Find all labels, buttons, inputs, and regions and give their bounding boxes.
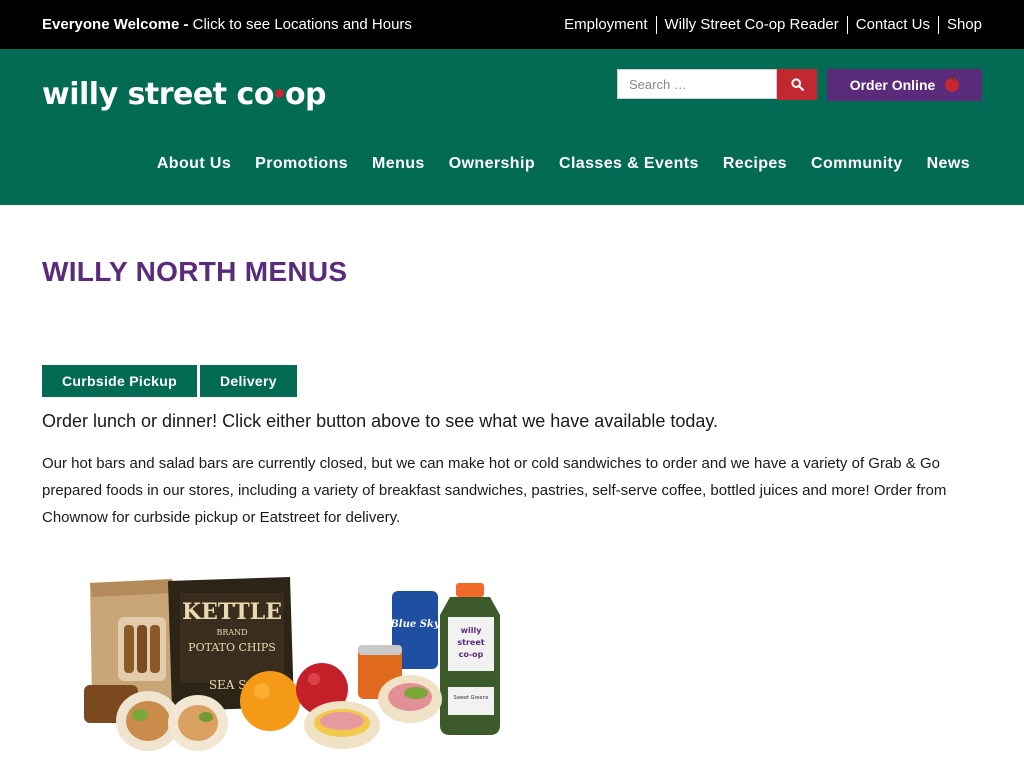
employment-link[interactable]: Employment	[556, 16, 655, 34]
nav-news[interactable]: News	[927, 155, 970, 173]
shop-link[interactable]: Shop	[937, 16, 982, 34]
body-text: Our hot bars and salad bars are currentl…	[42, 455, 947, 526]
site-logo[interactable]: willy street co op	[42, 75, 327, 115]
order-online-label: Order Online	[849, 77, 936, 93]
main-nav: About Us Promotions Menus Ownership Clas…	[157, 155, 970, 173]
juice-label2: street	[457, 638, 484, 647]
nav-promotions[interactable]: Promotions	[255, 155, 348, 173]
chips-brand-text: KETTLE	[182, 599, 282, 625]
orange	[240, 671, 300, 731]
search-button[interactable]	[777, 69, 817, 100]
nav-about-us[interactable]: About Us	[157, 155, 231, 173]
search-input[interactable]	[617, 69, 777, 99]
nav-classes-events[interactable]: Classes & Events	[559, 155, 699, 173]
chips-sub1-text: BRAND	[216, 628, 247, 637]
juice-label3: co-op	[459, 650, 484, 659]
apple-icon	[945, 78, 960, 92]
nav-ownership[interactable]: Ownership	[449, 155, 535, 173]
logo-apple-dot	[274, 89, 284, 98]
site-header: willy street coop Order Online About Us …	[0, 49, 1024, 205]
utility-links: Employment Willy Street Co-op Reader Con…	[556, 16, 982, 34]
chips-sub2-text: POTATO CHIPS	[188, 641, 276, 654]
nav-community[interactable]: Community	[811, 155, 903, 173]
nav-recipes[interactable]: Recipes	[723, 155, 787, 173]
curbside-pickup-button[interactable]: Curbside Pickup	[42, 365, 197, 397]
locations-hours-link[interactable]: Click to see Locations and Hours	[193, 16, 412, 33]
contact-us-link[interactable]: Contact Us	[846, 16, 938, 34]
lead-text: Order lunch or dinner! Click either butt…	[42, 411, 719, 431]
search-icon	[790, 78, 804, 91]
juice-name: Sweet Greens	[454, 695, 489, 701]
welcome-bold: Everyone Welcome -	[42, 16, 189, 33]
nav-menus[interactable]: Menus	[372, 155, 425, 173]
top-utility-bar: Everyone Welcome - Click to see Location…	[0, 0, 1024, 49]
delivery-button[interactable]: Delivery	[199, 365, 297, 397]
order-online-button[interactable]: Order Online	[827, 69, 982, 101]
welcome-message: Everyone Welcome - Click to see Location…	[42, 16, 412, 33]
reader-link[interactable]: Willy Street Co-op Reader	[655, 16, 847, 34]
logo-text: willy street co op	[42, 77, 327, 112]
juice-label1: willy	[461, 626, 483, 635]
order-buttons: Curbside Pickup Delivery	[42, 365, 297, 397]
can-label-text: Blue Sky	[389, 619, 441, 630]
page-title: WILLY NORTH MENUS	[42, 256, 348, 287]
grab-and-go-product-image: KETTLE BRAND POTATO CHIPS SEA SA Blue Sk…	[84, 577, 500, 751]
juice-bottle: willy street co-op Sweet Greens	[440, 583, 500, 735]
